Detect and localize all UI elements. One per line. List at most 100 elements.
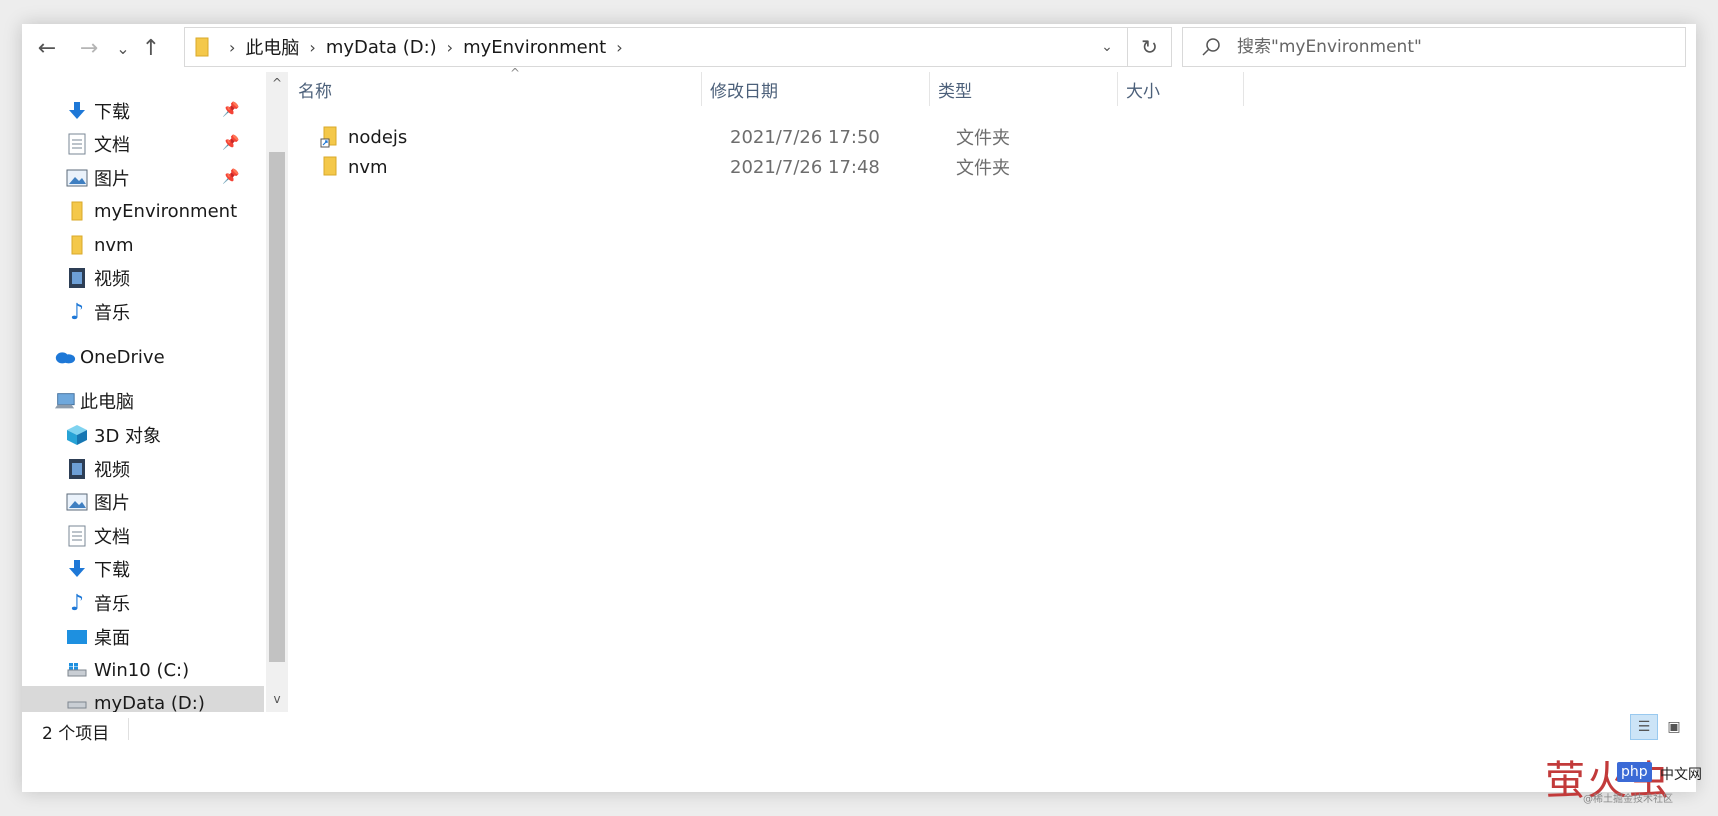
sidebar-item-label: 此电脑 [80, 392, 134, 413]
navigation-pane: 下载 📌 文档 📌 图片 📌 myEnvironment nvm 视频 ♪ 音乐… [22, 72, 290, 712]
sidebar-item-downloads[interactable]: 下载 [66, 552, 288, 586]
file-date: 2021/7/26 17:50 [730, 126, 880, 148]
sidebar-item-pictures[interactable]: 图片 [66, 485, 288, 519]
sidebar-item-label: 桌面 [94, 628, 130, 649]
sidebar-item-label: myEnvironment [94, 200, 238, 222]
video-icon [66, 267, 88, 289]
refresh-button[interactable]: ↻ [1128, 27, 1172, 67]
video-icon [66, 458, 88, 480]
search-icon [1202, 38, 1220, 56]
file-date: 2021/7/26 17:48 [730, 156, 880, 178]
sidebar-item-label: 图片 [94, 169, 130, 190]
file-list: 名称 ^ 修改日期 类型 大小 nodejs 2021/7/26 17:50 文… [290, 66, 1696, 712]
column-header-label: 名称 [298, 81, 332, 102]
column-header-label: 类型 [938, 81, 972, 102]
sidebar-item-3d-objects[interactable]: 3D 对象 [66, 418, 288, 452]
sidebar-item-label: 下载 [94, 560, 130, 581]
pin-icon[interactable]: 📌 [222, 135, 239, 151]
sidebar-item-documents[interactable]: 文档 [66, 519, 288, 553]
sidebar-item-label: nvm [94, 234, 134, 256]
forward-arrow-icon: → [79, 35, 99, 61]
column-header-label: 大小 [1126, 81, 1160, 102]
sidebar-item-this-pc[interactable]: 此电脑 [54, 384, 276, 418]
pin-icon[interactable]: 📌 [222, 102, 239, 118]
drive-icon [66, 692, 88, 712]
scrollbar-thumb[interactable] [269, 152, 285, 662]
column-header-size[interactable]: 大小 [1118, 72, 1244, 106]
column-header-name[interactable]: 名称 ^ [290, 66, 702, 106]
sidebar-item-mydata-d[interactable]: myData (D:) [22, 686, 264, 712]
pin-icon[interactable]: 📌 [222, 169, 239, 185]
desktop-icon [66, 626, 88, 648]
folder-icon [66, 200, 88, 222]
sidebar-item-desktop[interactable]: 桌面 [66, 620, 288, 654]
large-icons-view-button[interactable]: ▣ [1660, 714, 1688, 740]
column-header-label: 修改日期 [710, 81, 778, 102]
sidebar-scrollbar[interactable]: ^ v [266, 72, 288, 712]
sidebar-item-label: myData (D:) [94, 692, 205, 713]
sidebar-item-videos[interactable]: 视频 [66, 452, 288, 486]
download-icon [66, 100, 88, 122]
scroll-up-button[interactable]: ^ [266, 72, 288, 94]
large-icons-view-icon: ▣ [1667, 719, 1681, 735]
file-row[interactable]: nodejs 2021/7/26 17:50 文件夹 [298, 122, 1678, 152]
back-button[interactable]: ← [32, 33, 62, 63]
picture-icon [66, 167, 88, 189]
chevron-up-icon: ^ [271, 76, 283, 90]
sidebar-item-myenvironment[interactable]: myEnvironment [66, 194, 288, 228]
sidebar-item-label: 视频 [94, 269, 130, 290]
file-row[interactable]: nvm 2021/7/26 17:48 文件夹 [298, 152, 1678, 182]
sidebar-item-videos[interactable]: 视频 [66, 261, 288, 295]
forward-button[interactable]: → [74, 33, 104, 63]
scroll-down-button[interactable]: v [266, 688, 288, 710]
breadcrumb-myenvironment[interactable]: myEnvironment [463, 37, 606, 58]
refresh-icon: ↻ [1141, 35, 1158, 59]
recent-locations-button[interactable]: ⌄ [108, 33, 138, 63]
sidebar-item-label: 图片 [94, 493, 130, 514]
address-dropdown-button[interactable]: ⌄ [1087, 28, 1127, 66]
cloud-icon [54, 346, 76, 368]
breadcrumb-chevron-icon[interactable]: › [309, 38, 315, 57]
music-icon: ♪ [69, 590, 85, 616]
watermark-site-name: 中文网 [1660, 767, 1702, 783]
breadcrumb-chevron-icon[interactable]: › [616, 38, 622, 57]
folder-icon [66, 234, 88, 256]
search-box[interactable] [1182, 27, 1686, 67]
picture-icon [66, 491, 88, 513]
sidebar-item-label: 视频 [94, 460, 130, 481]
computer-icon [54, 390, 76, 412]
watermark: 萤火虫 php 中文网 @稀土掘金技术社区 [1545, 748, 1715, 808]
search-input[interactable] [1237, 37, 1637, 57]
sidebar-item-nvm[interactable]: nvm [66, 228, 288, 262]
sidebar-item-onedrive[interactable]: OneDrive [54, 340, 276, 374]
back-arrow-icon: ← [37, 35, 57, 61]
sidebar-item-downloads[interactable]: 下载 [66, 94, 288, 128]
column-header-date[interactable]: 修改日期 [702, 72, 930, 106]
file-name: nodejs [348, 126, 408, 148]
sidebar-item-pictures[interactable]: 图片 [66, 161, 288, 195]
breadcrumb-chevron-icon: › [229, 37, 236, 57]
sidebar-item-music[interactable]: ♪ 音乐 [66, 295, 288, 329]
status-bar: 2 个项目 ☰ ▣ [22, 712, 1696, 792]
details-view-icon: ☰ [1637, 719, 1651, 735]
folder-shortcut-icon [320, 126, 340, 153]
sort-ascending-icon: ^ [510, 66, 521, 80]
status-divider [128, 718, 129, 740]
breadcrumb-this-pc[interactable]: 此电脑 [245, 34, 299, 60]
sidebar-item-win10-c[interactable]: Win10 (C:) [66, 653, 288, 687]
document-icon [66, 133, 88, 155]
breadcrumb-chevron-icon[interactable]: › [447, 38, 453, 57]
column-header-type[interactable]: 类型 [930, 72, 1118, 106]
sidebar-item-documents[interactable]: 文档 [66, 127, 288, 161]
windows-drive-icon [66, 659, 88, 681]
address-bar[interactable]: › 此电脑 › myData (D:) › myEnvironment › ⌄ [184, 27, 1128, 67]
file-type: 文件夹 [956, 128, 1010, 149]
sidebar-item-music[interactable]: ♪ 音乐 [66, 586, 288, 620]
chevron-down-icon: ⌄ [116, 38, 130, 58]
details-view-button[interactable]: ☰ [1630, 714, 1658, 740]
sidebar-item-label: 文档 [94, 135, 130, 156]
breadcrumb-mydata[interactable]: myData (D:) [326, 37, 437, 58]
up-button[interactable]: ↑ [136, 33, 166, 63]
chevron-down-icon: v [273, 692, 281, 706]
navigation-bar: ← → ⌄ ↑ › 此电脑 › myData (D:) › myEnvironm… [22, 24, 1696, 72]
